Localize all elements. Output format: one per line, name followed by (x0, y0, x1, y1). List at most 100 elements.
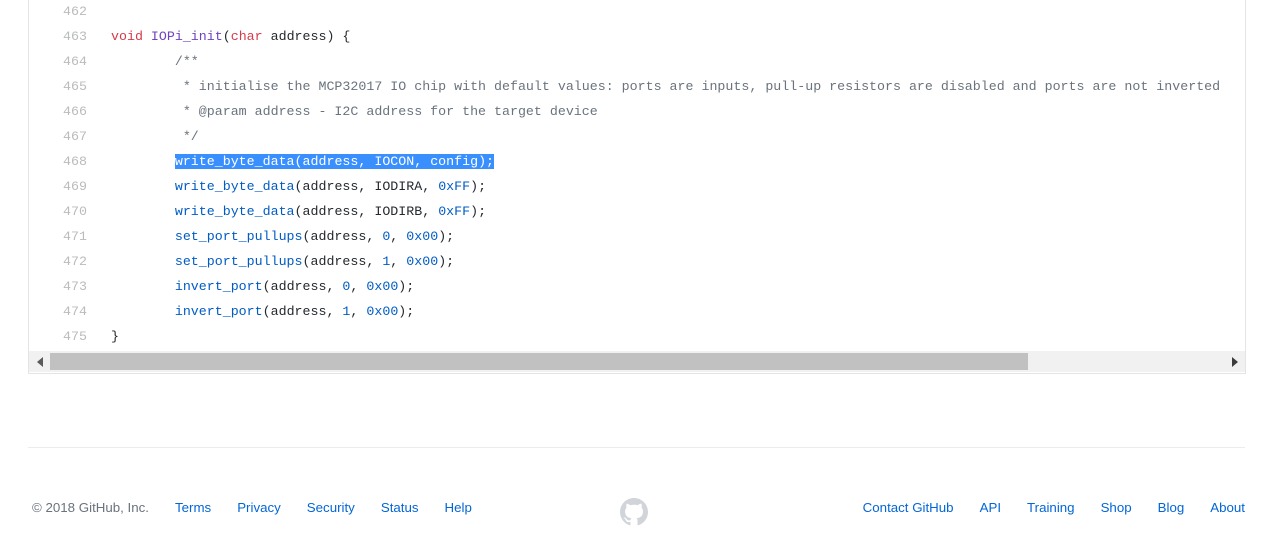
code-line-content[interactable]: } (97, 324, 1245, 349)
code-line-row[interactable]: 464 /** (29, 49, 1245, 74)
line-number[interactable]: 474 (29, 299, 97, 324)
code-token: } (111, 329, 119, 344)
code-line-content[interactable] (97, 0, 1245, 24)
line-number[interactable]: 472 (29, 249, 97, 274)
line-number[interactable]: 473 (29, 274, 97, 299)
code-line-row[interactable]: 471 set_port_pullups(address, 0, 0x00); (29, 224, 1245, 249)
code-token: ); (438, 229, 455, 244)
code-line-row[interactable]: 470 write_byte_data(address, IODIRB, 0xF… (29, 199, 1245, 224)
code-line-content[interactable]: invert_port(address, 1, 0x00); (97, 299, 1245, 324)
github-mark-icon (619, 498, 648, 526)
code-line-content[interactable]: set_port_pullups(address, 1, 0x00); (97, 249, 1245, 274)
footer-link-privacy[interactable]: Privacy (237, 500, 281, 515)
code-token: invert_port (174, 304, 263, 319)
code-line-row[interactable]: 469 write_byte_data(address, IODIRA, 0xF… (29, 174, 1245, 199)
code-line-content[interactable]: /** (97, 49, 1245, 74)
footer-link-security[interactable]: Security (307, 500, 355, 515)
footer-link-list-right: Contact GitHub API Training Shop Blog About (863, 500, 1245, 515)
line-number[interactable]: 467 (29, 124, 97, 149)
code-line-row[interactable]: 467 */ (29, 124, 1245, 149)
footer-divider (28, 447, 1245, 448)
code-token: , (350, 304, 367, 319)
code-line-content[interactable]: * @param address - I2C address for the t… (97, 99, 1245, 124)
selected-code-span[interactable]: write_byte_data(address, IOCON, config); (174, 154, 495, 169)
code-token: ); (398, 304, 415, 319)
scrollbar-thumb[interactable] (50, 353, 1028, 370)
code-token: 0x00 (366, 304, 399, 319)
footer-link-shop[interactable]: Shop (1101, 500, 1132, 515)
scroll-left-arrow-icon[interactable] (29, 351, 50, 372)
code-token: (address, IODIRB, (294, 204, 439, 219)
code-token: ); (470, 204, 487, 219)
code-viewer[interactable]: 462 463 void IOPi_init(char address) {464 … (28, 0, 1246, 374)
footer-right-links: Contact GitHub API Training Shop Blog About (863, 500, 1245, 515)
code-table: 462 463 void IOPi_init(char address) {464 … (29, 0, 1245, 349)
code-token: * @param address - I2C address for the t… (111, 104, 598, 119)
footer-link-contact-github[interactable]: Contact GitHub (863, 500, 954, 515)
footer-link-list-left: Terms Privacy Security Status Help (175, 500, 498, 515)
code-line-content[interactable]: write_byte_data(address, IOCON, config); (97, 149, 1245, 174)
footer-link-training[interactable]: Training (1027, 500, 1075, 515)
code-line-content[interactable]: */ (97, 124, 1245, 149)
code-token: ); (438, 254, 455, 269)
code-line-content[interactable]: * initialise the MCP32017 IO chip with d… (97, 74, 1245, 99)
code-token: , (390, 229, 407, 244)
code-token: void (111, 29, 143, 44)
code-token: (address, (262, 279, 343, 294)
line-number[interactable]: 462 (29, 0, 97, 24)
code-token: invert_port (174, 279, 263, 294)
code-line-row[interactable]: 475} (29, 324, 1245, 349)
footer-link-help[interactable]: Help (445, 500, 472, 515)
code-line-row[interactable]: 472 set_port_pullups(address, 1, 0x00); (29, 249, 1245, 274)
line-number[interactable]: 464 (29, 49, 97, 74)
code-line-content[interactable]: write_byte_data(address, IODIRB, 0xFF); (97, 199, 1245, 224)
footer-link-status[interactable]: Status (381, 500, 419, 515)
code-token: write_byte_data (174, 204, 295, 219)
code-line-content[interactable]: invert_port(address, 0, 0x00); (97, 274, 1245, 299)
horizontal-scrollbar[interactable] (29, 351, 1245, 372)
code-line-row[interactable]: 474 invert_port(address, 1, 0x00); (29, 299, 1245, 324)
code-line-content[interactable]: write_byte_data(address, IODIRA, 0xFF); (97, 174, 1245, 199)
footer-link-terms[interactable]: Terms (175, 500, 211, 515)
line-number[interactable]: 466 (29, 99, 97, 124)
code-line-content[interactable]: void IOPi_init(char address) { (97, 24, 1245, 49)
line-number[interactable]: 465 (29, 74, 97, 99)
line-number[interactable]: 470 (29, 199, 97, 224)
code-line-row[interactable]: 465 * initialise the MCP32017 IO chip wi… (29, 74, 1245, 99)
footer-left-links: © 2018 GitHub, Inc. Terms Privacy Security… (32, 500, 498, 515)
code-token: 0x00 (406, 229, 439, 244)
code-token: (address, (262, 304, 343, 319)
line-number[interactable]: 468 (29, 149, 97, 174)
code-line-content[interactable]: set_port_pullups(address, 0, 0x00); (97, 224, 1245, 249)
code-token: 0x00 (406, 254, 439, 269)
line-number[interactable]: 463 (29, 24, 97, 49)
scroll-right-arrow-icon[interactable] (1224, 351, 1245, 372)
line-number[interactable]: 475 (29, 324, 97, 349)
code-line-row[interactable]: 466 * @param address - I2C address for t… (29, 99, 1245, 124)
footer-link-blog[interactable]: Blog (1158, 500, 1185, 515)
line-number[interactable]: 471 (29, 224, 97, 249)
code-token: write_byte_data (174, 154, 295, 169)
line-number[interactable]: 469 (29, 174, 97, 199)
chevron-right-icon (1231, 356, 1238, 367)
code-line-row[interactable]: 462 (29, 0, 1245, 24)
code-token: /** (111, 54, 199, 69)
code-line-row[interactable]: 463 void IOPi_init(char address) { (29, 24, 1245, 49)
code-token: address) { (262, 29, 351, 44)
code-token: set_port_pullups (174, 229, 303, 244)
footer-link-api[interactable]: API (980, 500, 1001, 515)
code-token: ( (222, 29, 231, 44)
code-token: (address, IODIRA, (294, 179, 439, 194)
code-line-row[interactable]: 468 write_byte_data(address, IOCON, conf… (29, 149, 1245, 174)
code-token: char (230, 29, 263, 44)
code-token: 0xFF (438, 204, 471, 219)
code-line-row[interactable]: 473 invert_port(address, 0, 0x00); (29, 274, 1245, 299)
code-token: , (350, 279, 367, 294)
footer-link-about[interactable]: About (1210, 500, 1245, 515)
code-token: ); (470, 179, 487, 194)
